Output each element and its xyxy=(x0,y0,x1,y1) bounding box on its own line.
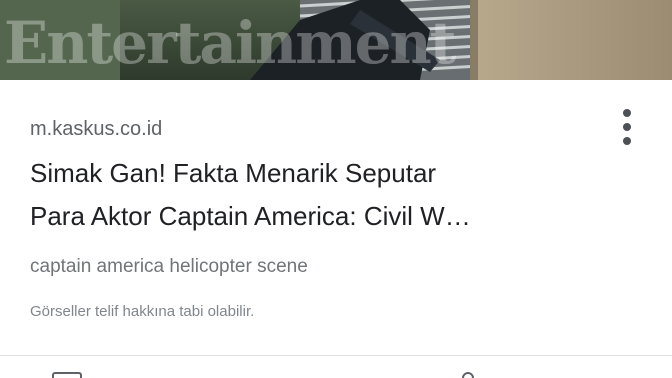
menu-dot xyxy=(623,109,631,117)
result-domain[interactable]: m.kaskus.co.id xyxy=(30,118,162,141)
result-title-line-2[interactable]: Para Aktor Captain America: Civil W… xyxy=(30,195,620,238)
more-vert-icon[interactable] xyxy=(612,106,642,150)
result-subtitle: captain america helicopter scene xyxy=(30,256,308,277)
result-image[interactable]: Entertainment xyxy=(0,0,672,80)
result-title-line-1[interactable]: Simak Gan! Fakta Menarik Seputar xyxy=(30,152,620,195)
result-card[interactable]: m.kaskus.co.id Simak Gan! Fakta Menarik … xyxy=(0,80,672,356)
bookmark-icon[interactable] xyxy=(52,372,82,378)
menu-dot xyxy=(623,137,631,145)
copyright-notice: Görseller telif hakkına tabi olabilir. xyxy=(30,303,255,320)
menu-dot xyxy=(623,123,631,131)
divider xyxy=(0,355,672,356)
image-result-page: Entertainment m.kaskus.co.id Simak Gan! … xyxy=(0,0,672,378)
result-image-graphic xyxy=(0,0,672,80)
share-icon[interactable] xyxy=(462,372,474,378)
result-title[interactable]: Simak Gan! Fakta Menarik Seputar Para Ak… xyxy=(30,152,620,238)
